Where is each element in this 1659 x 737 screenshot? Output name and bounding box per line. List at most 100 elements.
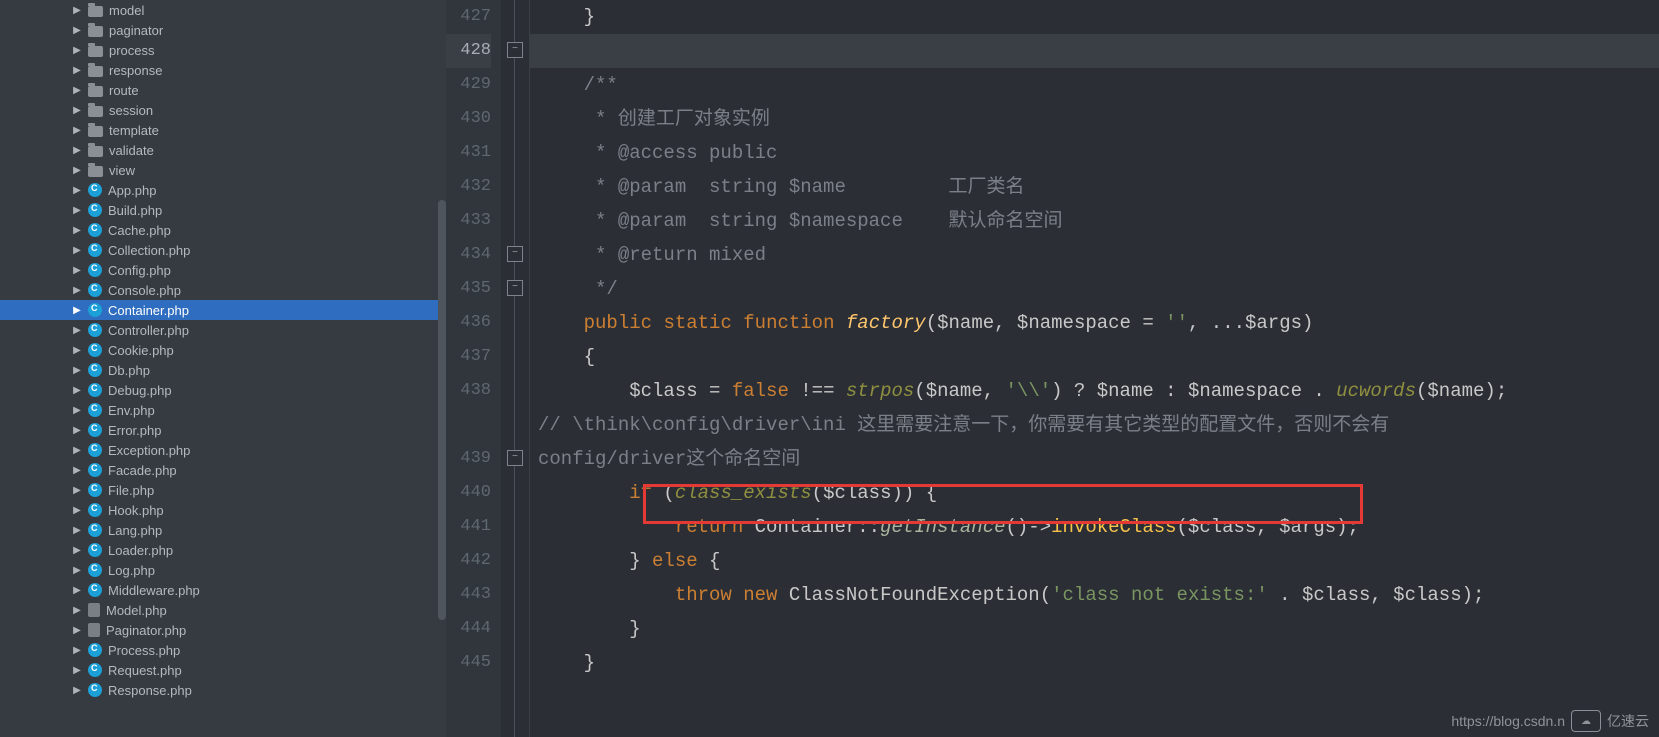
chevron-right-icon[interactable]: ▶ — [72, 645, 82, 656]
chevron-right-icon[interactable]: ▶ — [72, 225, 82, 236]
line-number[interactable]: 434 — [446, 238, 491, 272]
line-number[interactable]: 427 — [446, 0, 491, 34]
chevron-right-icon[interactable]: ▶ — [72, 445, 82, 456]
chevron-right-icon[interactable]: ▶ — [72, 545, 82, 556]
line-number[interactable]: 438 — [446, 374, 491, 442]
tree-item-cookie-php[interactable]: ▶Cookie.php — [0, 340, 446, 360]
chevron-right-icon[interactable]: ▶ — [72, 405, 82, 416]
line-number[interactable]: 440 — [446, 476, 491, 510]
sidebar-scrollbar[interactable] — [438, 200, 446, 620]
chevron-right-icon[interactable]: ▶ — [72, 525, 82, 536]
tree-item-session[interactable]: ▶session — [0, 100, 446, 120]
fold-marker-icon[interactable]: − — [507, 280, 523, 296]
tree-item-response[interactable]: ▶response — [0, 60, 446, 80]
code-line[interactable]: { — [530, 340, 1659, 374]
tree-item-paginator-php[interactable]: ▶Paginator.php — [0, 620, 446, 640]
line-number[interactable]: 431 — [446, 136, 491, 170]
chevron-right-icon[interactable]: ▶ — [72, 565, 82, 576]
line-number[interactable]: 428 — [446, 34, 491, 68]
code-line[interactable]: if (class_exists($class)) { — [530, 476, 1659, 510]
line-number[interactable]: 437 — [446, 340, 491, 374]
tree-item-model-php[interactable]: ▶Model.php — [0, 600, 446, 620]
tree-item-console-php[interactable]: ▶Console.php — [0, 280, 446, 300]
code-line[interactable]: * @param string $name 工厂类名 — [530, 170, 1659, 204]
tree-item-build-php[interactable]: ▶Build.php — [0, 200, 446, 220]
chevron-right-icon[interactable]: ▶ — [72, 205, 82, 216]
tree-item-collection-php[interactable]: ▶Collection.php — [0, 240, 446, 260]
tree-item-hook-php[interactable]: ▶Hook.php — [0, 500, 446, 520]
chevron-right-icon[interactable]: ▶ — [72, 605, 82, 616]
chevron-right-icon[interactable]: ▶ — [72, 325, 82, 336]
tree-item-db-php[interactable]: ▶Db.php — [0, 360, 446, 380]
line-number[interactable]: 436 — [446, 306, 491, 340]
line-number[interactable]: 435 — [446, 272, 491, 306]
code-line[interactable]: } — [530, 0, 1659, 34]
tree-item-paginator[interactable]: ▶paginator — [0, 20, 446, 40]
chevron-right-icon[interactable]: ▶ — [72, 365, 82, 376]
tree-item-file-php[interactable]: ▶File.php — [0, 480, 446, 500]
tree-item-exception-php[interactable]: ▶Exception.php — [0, 440, 446, 460]
chevron-right-icon[interactable]: ▶ — [72, 185, 82, 196]
chevron-right-icon[interactable]: ▶ — [72, 625, 82, 636]
code-line[interactable]: } else { — [530, 544, 1659, 578]
chevron-right-icon[interactable]: ▶ — [72, 585, 82, 596]
chevron-right-icon[interactable]: ▶ — [72, 465, 82, 476]
chevron-right-icon[interactable]: ▶ — [72, 245, 82, 256]
tree-item-lang-php[interactable]: ▶Lang.php — [0, 520, 446, 540]
code-line[interactable]: throw new ClassNotFoundException('class … — [530, 578, 1659, 612]
code-line[interactable]: // \think\config\driver\ini 这里需要注意一下，你需要… — [530, 408, 1659, 476]
code-line[interactable]: public static function factory($name, $n… — [530, 306, 1659, 340]
tree-item-container-php[interactable]: ▶Container.php — [0, 300, 446, 320]
code-line[interactable]: return Container::getInstance()->invokeC… — [530, 510, 1659, 544]
line-number[interactable]: 429 — [446, 68, 491, 102]
chevron-right-icon[interactable]: ▶ — [72, 25, 82, 36]
tree-item-error-php[interactable]: ▶Error.php — [0, 420, 446, 440]
line-number[interactable]: 439 — [446, 442, 491, 476]
tree-item-view[interactable]: ▶view — [0, 160, 446, 180]
line-number[interactable]: 445 — [446, 646, 491, 680]
tree-item-log-php[interactable]: ▶Log.php — [0, 560, 446, 580]
chevron-right-icon[interactable]: ▶ — [72, 665, 82, 676]
line-number[interactable]: 441 — [446, 510, 491, 544]
tree-item-env-php[interactable]: ▶Env.php — [0, 400, 446, 420]
tree-item-config-php[interactable]: ▶Config.php — [0, 260, 446, 280]
chevron-right-icon[interactable]: ▶ — [72, 165, 82, 176]
code-line[interactable]: $class = false !== strpos($name, '\\') ?… — [530, 374, 1659, 408]
chevron-right-icon[interactable]: ▶ — [72, 485, 82, 496]
code-line[interactable] — [530, 680, 1659, 714]
chevron-right-icon[interactable]: ▶ — [72, 105, 82, 116]
chevron-right-icon[interactable]: ▶ — [72, 345, 82, 356]
tree-item-validate[interactable]: ▶validate — [0, 140, 446, 160]
line-number[interactable]: 433 — [446, 204, 491, 238]
chevron-right-icon[interactable]: ▶ — [72, 305, 82, 316]
tree-item-loader-php[interactable]: ▶Loader.php — [0, 540, 446, 560]
code-line[interactable]: */ — [530, 272, 1659, 306]
chevron-right-icon[interactable]: ▶ — [72, 285, 82, 296]
tree-item-request-php[interactable]: ▶Request.php — [0, 660, 446, 680]
code-line[interactable]: /** — [530, 68, 1659, 102]
chevron-right-icon[interactable]: ▶ — [72, 505, 82, 516]
line-number[interactable]: 432 — [446, 170, 491, 204]
tree-item-debug-php[interactable]: ▶Debug.php — [0, 380, 446, 400]
code-line[interactable]: * @access public — [530, 136, 1659, 170]
chevron-right-icon[interactable]: ▶ — [72, 385, 82, 396]
code-line[interactable]: } — [530, 612, 1659, 646]
tree-item-cache-php[interactable]: ▶Cache.php — [0, 220, 446, 240]
tree-item-template[interactable]: ▶template — [0, 120, 446, 140]
chevron-right-icon[interactable]: ▶ — [72, 45, 82, 56]
chevron-right-icon[interactable]: ▶ — [72, 65, 82, 76]
chevron-right-icon[interactable]: ▶ — [72, 685, 82, 696]
tree-item-process[interactable]: ▶process — [0, 40, 446, 60]
line-number[interactable]: 443 — [446, 578, 491, 612]
tree-item-app-php[interactable]: ▶App.php — [0, 180, 446, 200]
code-line[interactable]: * @return mixed — [530, 238, 1659, 272]
tree-item-route[interactable]: ▶route — [0, 80, 446, 100]
tree-item-facade-php[interactable]: ▶Facade.php — [0, 460, 446, 480]
tree-item-middleware-php[interactable]: ▶Middleware.php — [0, 580, 446, 600]
chevron-right-icon[interactable]: ▶ — [72, 425, 82, 436]
line-number[interactable]: 444 — [446, 612, 491, 646]
fold-marker-icon[interactable]: − — [507, 42, 523, 58]
code-area[interactable]: } /** * 创建工厂对象实例 * @access public * @par… — [530, 0, 1659, 737]
tree-item-model[interactable]: ▶model — [0, 0, 446, 20]
line-number[interactable]: 442 — [446, 544, 491, 578]
